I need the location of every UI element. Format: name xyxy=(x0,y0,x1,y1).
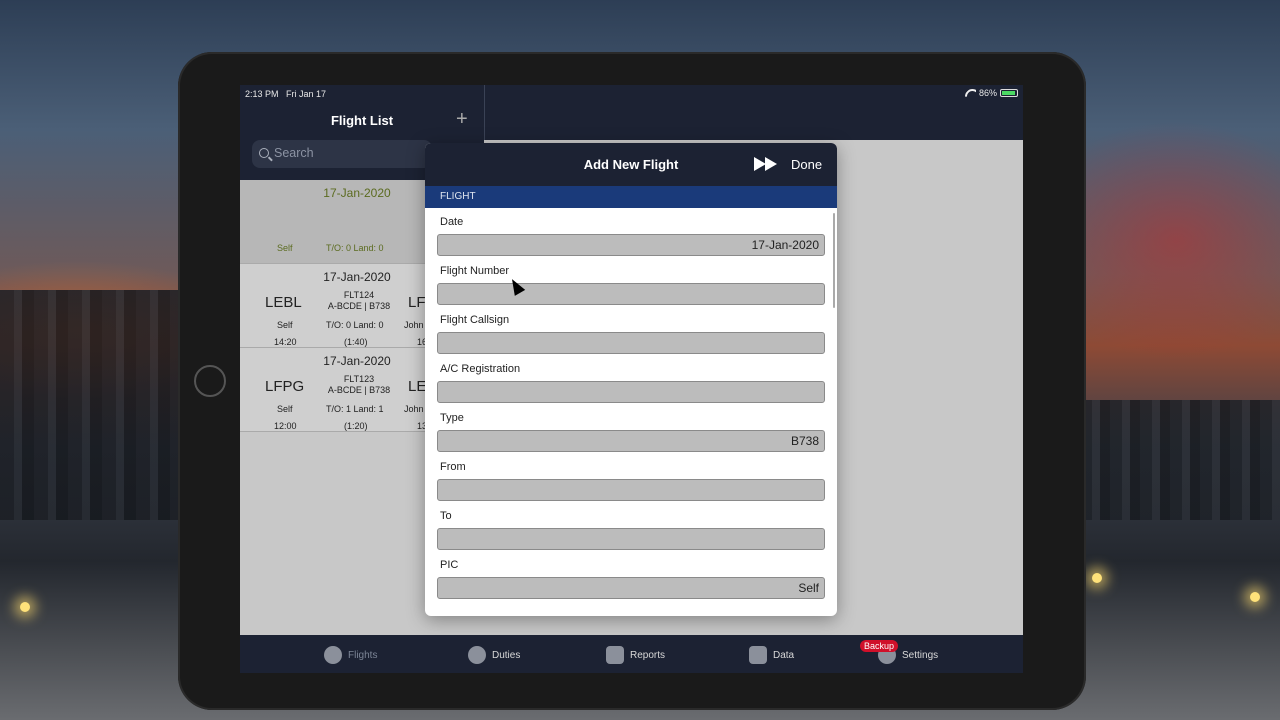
field-label: Type xyxy=(440,412,464,424)
done-button[interactable]: Done xyxy=(791,157,822,172)
date-field[interactable]: 17-Jan-2020 xyxy=(437,234,825,256)
section-header-flight: FLIGHT xyxy=(425,186,837,208)
row-crew: John xyxy=(404,320,424,330)
globe-plane-icon xyxy=(324,646,342,664)
row-arrival: LF xyxy=(408,294,426,311)
fast-forward-icon[interactable] xyxy=(754,157,778,171)
field-flight-callsign: Flight Callsign xyxy=(425,306,837,355)
runway-light xyxy=(20,602,30,612)
field-type: Type B738 xyxy=(425,404,837,453)
background-city-right xyxy=(1080,400,1280,520)
type-field[interactable]: B738 xyxy=(437,430,825,452)
wifi-icon xyxy=(965,89,976,97)
flight-number-field[interactable] xyxy=(437,283,825,305)
flight-list-title: Flight List xyxy=(330,113,394,128)
to-field[interactable] xyxy=(437,528,825,550)
background-city-left xyxy=(0,290,185,520)
field-label: From xyxy=(440,461,466,473)
clock-icon xyxy=(468,646,486,664)
row-registration: A-BCDE | B738 xyxy=(327,301,391,311)
tab-bar: Flights Duties Reports Data Settings Bac… xyxy=(240,635,1023,673)
runway-light xyxy=(1250,592,1260,602)
row-flight-number: FLT123 xyxy=(343,374,375,384)
row-arrival: LE xyxy=(408,378,427,395)
status-bar: 2:13 PM Fri Jan 17 86% xyxy=(240,85,1023,103)
tab-data[interactable]: Data xyxy=(749,646,794,664)
tab-label: Data xyxy=(773,649,795,661)
row-pic: Self xyxy=(277,320,293,330)
search-input[interactable] xyxy=(274,146,424,160)
field-label: Flight Number xyxy=(440,265,510,277)
drawers-icon xyxy=(749,646,767,664)
row-crew: John xyxy=(404,404,424,414)
tab-label: Flights xyxy=(348,649,378,661)
row-departure-time: 14:20 xyxy=(274,337,297,347)
registration-field[interactable] xyxy=(437,381,825,403)
battery-icon xyxy=(1000,89,1018,97)
add-flight-modal: Add New Flight Done FLIGHT Date 17-Jan-2… xyxy=(425,143,837,616)
search-icon xyxy=(259,148,269,158)
home-button[interactable] xyxy=(194,365,226,397)
status-right: 86% xyxy=(965,88,1018,98)
flight-callsign-field[interactable] xyxy=(437,332,825,354)
flight-form: Date 17-Jan-2020 Flight Number Flight Ca… xyxy=(425,208,837,600)
pic-field[interactable]: Self xyxy=(437,577,825,599)
tab-label: Duties xyxy=(492,649,521,661)
row-takeoff-landing: T/O: 0 Land: 0 xyxy=(326,243,384,253)
row-departure-time: 12:00 xyxy=(274,421,297,431)
tab-flights[interactable]: Flights xyxy=(324,646,377,664)
field-from: From xyxy=(425,453,837,502)
ipad-screen: 2:13 PM Fri Jan 17 86% Flight List + 17-… xyxy=(240,85,1023,673)
row-registration: A-BCDE | B738 xyxy=(327,385,391,395)
row-duration: (1:20) xyxy=(344,421,368,431)
field-pic: PIC Self xyxy=(425,551,837,600)
field-label: PIC xyxy=(440,559,459,571)
add-flight-icon[interactable]: + xyxy=(456,109,468,129)
field-flight-number: Flight Number xyxy=(425,257,837,306)
tab-reports[interactable]: Reports xyxy=(606,646,665,664)
row-departure: LEBL xyxy=(265,294,302,311)
field-label: Flight Callsign xyxy=(440,314,510,326)
search-bar[interactable] xyxy=(252,140,432,168)
row-pic: Self xyxy=(277,243,293,253)
battery-percent: 86% xyxy=(978,88,997,98)
field-label: Date xyxy=(440,216,464,228)
row-takeoff-landing: T/O: 0 Land: 0 xyxy=(326,320,384,330)
tab-label: Reports xyxy=(630,649,666,661)
field-date: Date 17-Jan-2020 xyxy=(425,208,837,257)
from-field[interactable] xyxy=(437,479,825,501)
tab-duties[interactable]: Duties xyxy=(468,646,520,664)
field-registration: A/C Registration xyxy=(425,355,837,404)
field-label: A/C Registration xyxy=(440,363,521,375)
runway-light xyxy=(1092,573,1102,583)
row-pic: Self xyxy=(277,404,293,414)
bar-chart-icon xyxy=(606,646,624,664)
row-departure: LFPG xyxy=(265,378,305,395)
backup-badge: Backup xyxy=(860,640,899,652)
row-takeoff-landing: T/O: 1 Land: 1 xyxy=(326,404,384,414)
row-flight-number: FLT124 xyxy=(343,290,375,300)
field-to: To xyxy=(425,502,837,551)
modal-header: Add New Flight Done xyxy=(425,143,837,186)
scrollbar[interactable] xyxy=(833,213,835,308)
tab-label: Settings xyxy=(902,649,939,661)
status-time: 2:13 PM Fri Jan 17 xyxy=(245,89,327,99)
row-duration: (1:40) xyxy=(344,337,368,347)
field-label: To xyxy=(440,510,452,522)
